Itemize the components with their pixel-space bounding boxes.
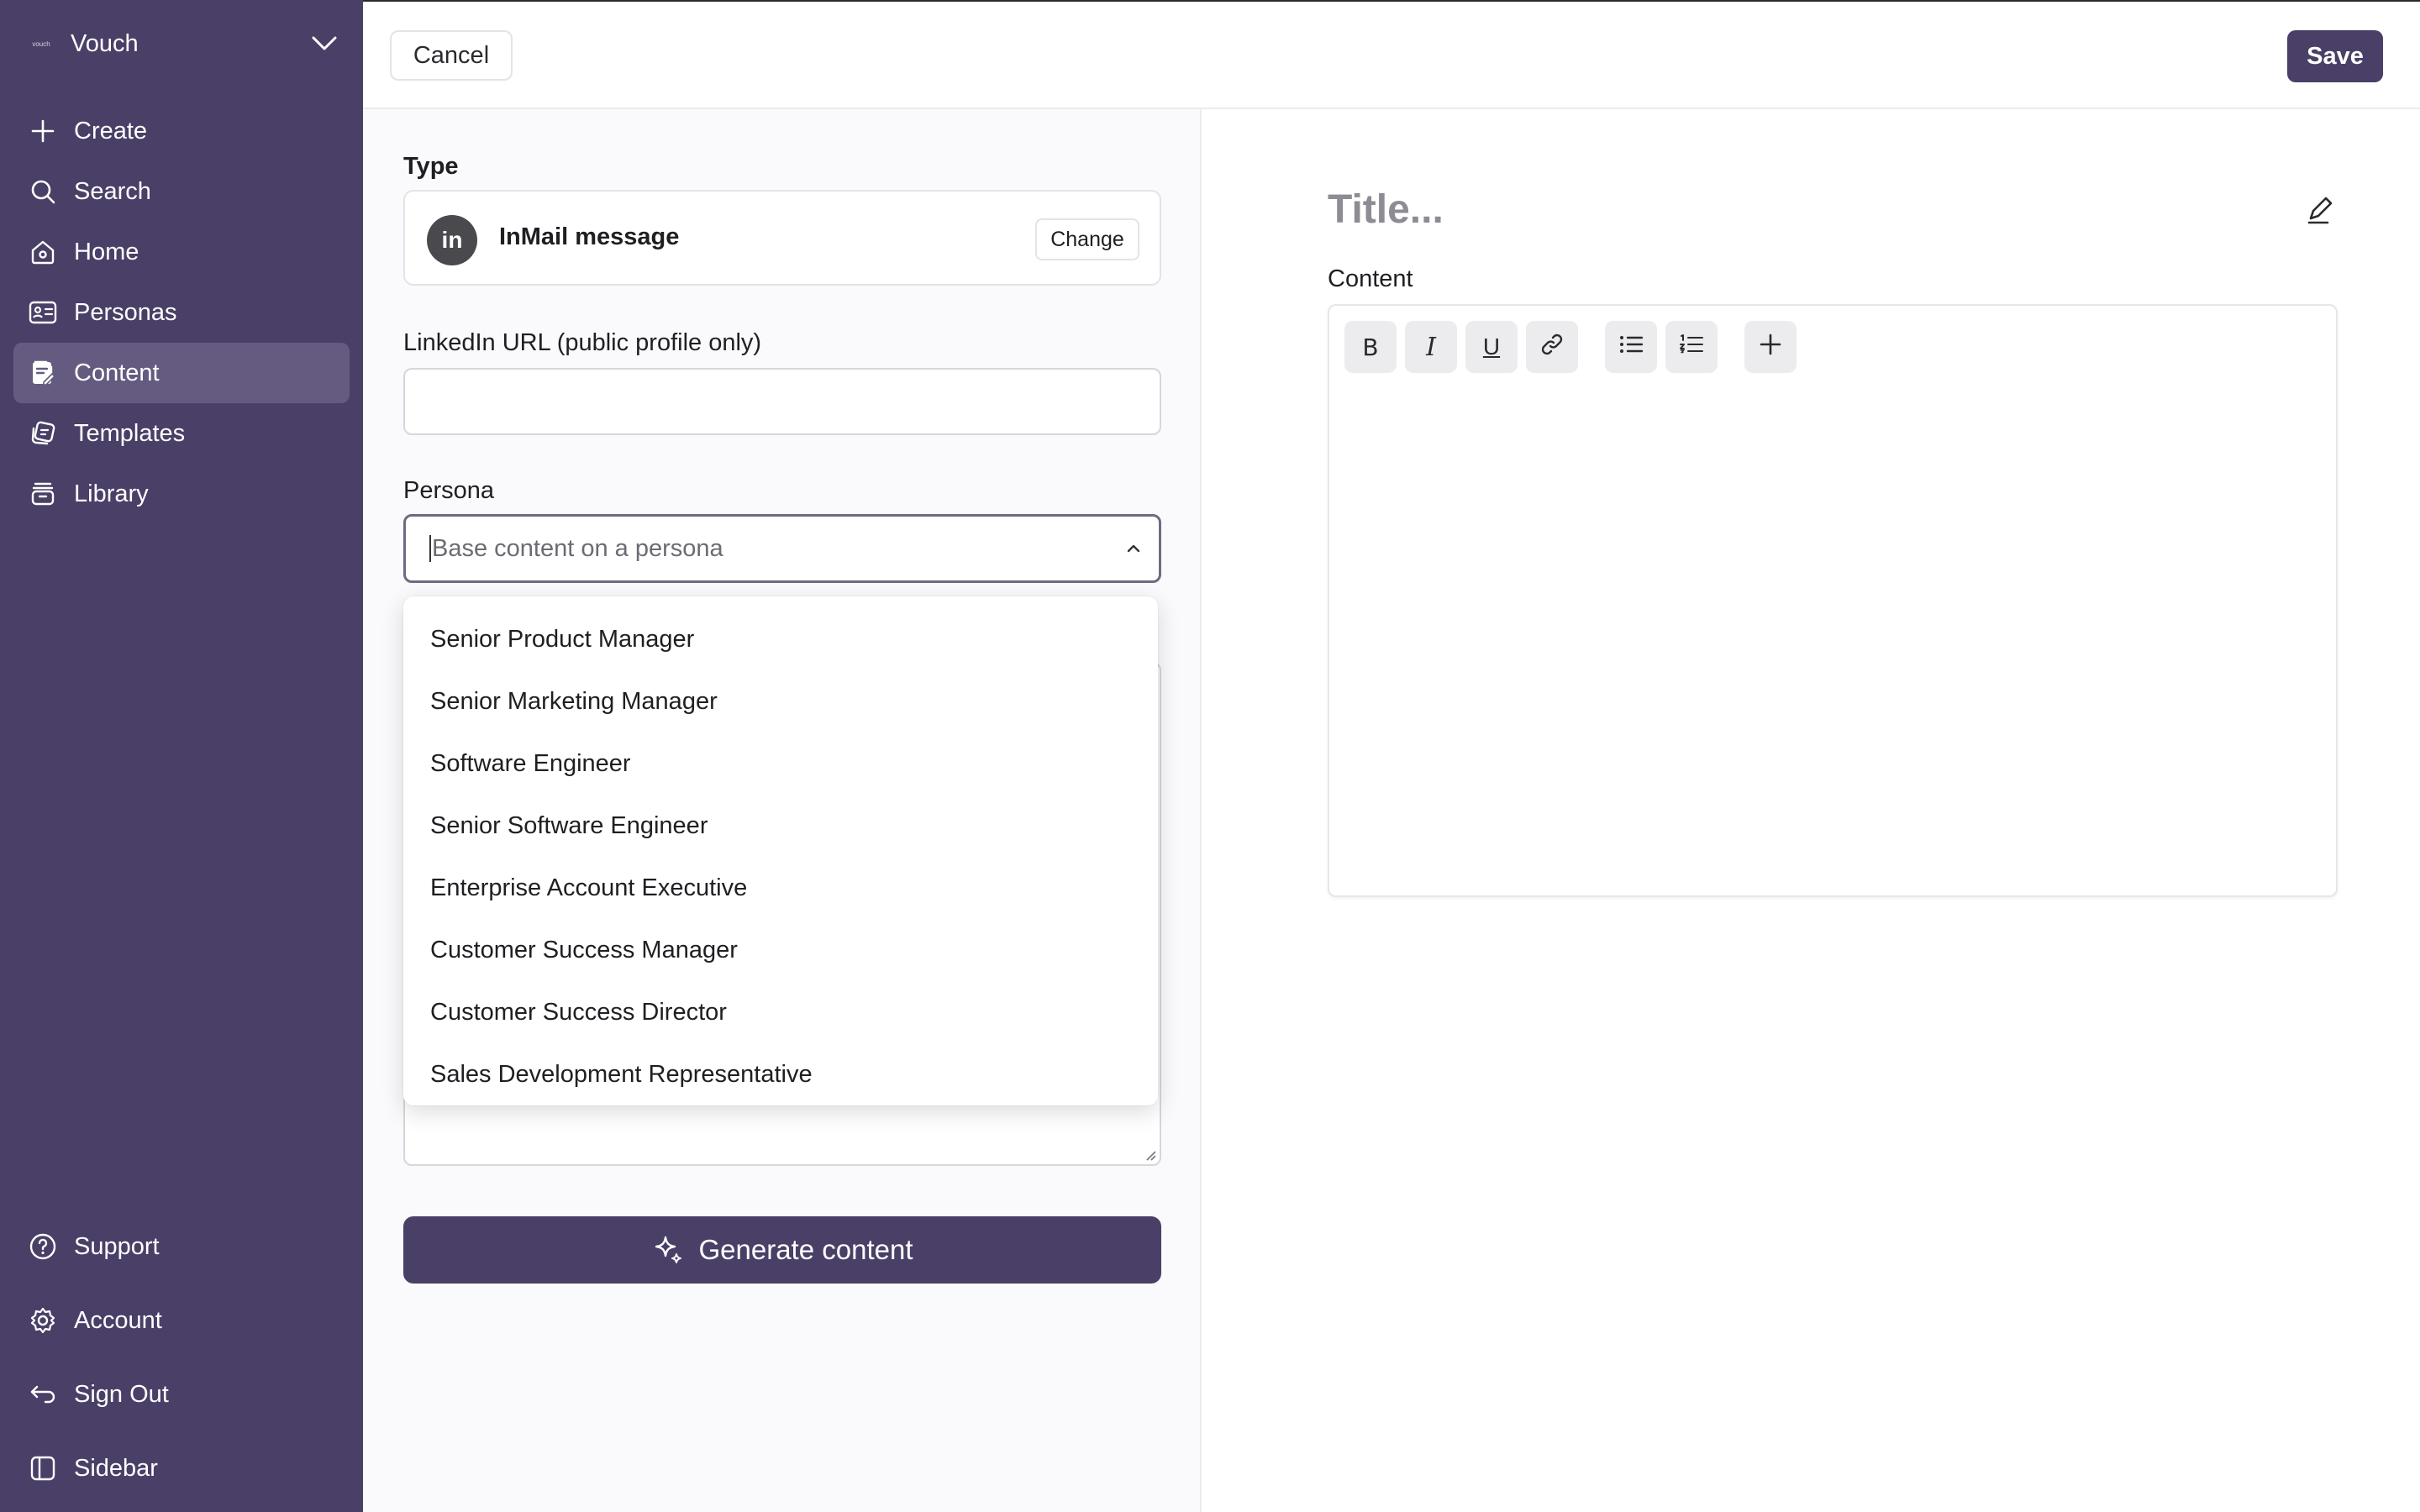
home-icon [27, 236, 59, 268]
underline-icon: U [1482, 333, 1501, 360]
text-cursor [429, 535, 431, 562]
sidebar-item-label: Templates [74, 419, 186, 447]
linkedin-url-input[interactable] [403, 368, 1161, 435]
numbered-list-icon [1679, 333, 1704, 361]
sidebar-item-home[interactable]: Home [13, 222, 350, 282]
italic-icon: I [1426, 332, 1436, 362]
sidebar-item-label: Personas [74, 298, 177, 326]
sidebar-item-sidebar[interactable]: Sidebar [13, 1431, 350, 1505]
sidebar-toggle-icon [27, 1452, 59, 1484]
sidebar-item-templates[interactable]: Templates [13, 403, 350, 464]
numbered-list-button[interactable] [1665, 321, 1718, 373]
bold-button[interactable]: B [1344, 321, 1397, 373]
sidebar-item-label: Sidebar [74, 1454, 158, 1482]
id-card-icon [27, 297, 59, 328]
type-card: in InMail message Change [403, 190, 1161, 286]
sign-out-icon [27, 1378, 59, 1410]
plus-icon [1759, 333, 1782, 362]
plus-icon [27, 115, 59, 147]
bullet-list-button[interactable] [1605, 321, 1657, 373]
library-icon [27, 478, 59, 510]
persona-option[interactable]: Senior Software Engineer [403, 795, 1158, 857]
persona-option[interactable]: Customer Success Director [403, 981, 1158, 1043]
sidebar-item-label: Library [74, 480, 149, 507]
brand-logo: vouch [32, 39, 50, 48]
editor-toolbar: B I U [1344, 321, 1805, 373]
persona-option[interactable]: Enterprise Account Executive [403, 857, 1158, 919]
sparkle-icon [651, 1233, 685, 1267]
bold-icon: B [1362, 333, 1379, 361]
help-circle-icon [27, 1231, 59, 1263]
top-bar: Cancel Save [363, 0, 2420, 109]
save-button[interactable]: Save [2287, 30, 2383, 82]
underline-button[interactable]: U [1465, 321, 1518, 373]
gear-icon [27, 1305, 59, 1336]
persona-option[interactable]: Senior Marketing Manager [403, 670, 1158, 732]
sidebar-item-content[interactable]: Content [13, 343, 350, 403]
search-icon [27, 176, 59, 207]
sidebar-item-label: Sign Out [74, 1380, 169, 1408]
sidebar-item-label: Support [74, 1232, 160, 1260]
link-button[interactable] [1526, 321, 1578, 373]
chevron-up-icon[interactable] [1108, 544, 1159, 553]
cancel-button[interactable]: Cancel [390, 30, 513, 81]
workspace-switcher[interactable]: vouch Vouch [29, 24, 339, 64]
sidebar-item-create[interactable]: Create [13, 101, 350, 161]
document-edit-icon [27, 357, 59, 389]
persona-label: Persona [403, 477, 495, 504]
pencil-icon[interactable] [2302, 192, 2339, 228]
persona-dropdown: Senior Product Manager Senior Marketing … [403, 596, 1158, 1105]
sidebar-item-label: Content [74, 359, 160, 386]
persona-option[interactable]: Senior Product Manager [403, 608, 1158, 670]
generate-content-button[interactable]: Generate content [403, 1216, 1161, 1284]
rich-text-editor[interactable]: B I U [1328, 304, 2338, 897]
chevron-down-icon[interactable] [309, 29, 339, 59]
persona-option[interactable]: Customer Success Manager [403, 919, 1158, 981]
resize-handle-icon[interactable] [1143, 1147, 1156, 1161]
sidebar-footer-nav: Support Account Sign Out Sidebar [13, 1210, 350, 1505]
persona-option[interactable]: Sales Development Representative [403, 1043, 1158, 1105]
linkedin-icon: in [427, 215, 477, 265]
templates-icon [27, 417, 59, 449]
sidebar-item-account[interactable]: Account [13, 1284, 350, 1357]
sidebar-item-sign-out[interactable]: Sign Out [13, 1357, 350, 1431]
italic-button[interactable]: I [1405, 321, 1457, 373]
generate-content-label: Generate content [698, 1234, 913, 1265]
brand-name: Vouch [71, 29, 139, 57]
sidebar-item-support[interactable]: Support [13, 1210, 350, 1284]
type-label: Type [403, 153, 459, 180]
linkedin-url-label: LinkedIn URL (public profile only) [403, 329, 762, 356]
sidebar-item-label: Search [74, 177, 151, 205]
insert-button[interactable] [1744, 321, 1797, 373]
editor-panel: Title... Content B I U [1203, 109, 2420, 1512]
persona-select[interactable]: Base content on a persona [403, 514, 1161, 583]
change-type-button[interactable]: Change [1035, 218, 1139, 260]
sidebar-item-personas[interactable]: Personas [13, 282, 350, 343]
sidebar-item-library[interactable]: Library [13, 464, 350, 524]
title-input[interactable]: Title... [1328, 186, 1444, 233]
bullet-list-icon [1618, 333, 1644, 361]
sidebar-item-label: Home [74, 238, 139, 265]
persona-option[interactable]: Software Engineer [403, 732, 1158, 795]
sidebar-item-label: Create [74, 117, 148, 144]
persona-placeholder: Base content on a persona [432, 534, 723, 562]
sidebar: vouch Vouch Create Search Home Personas … [0, 0, 363, 1512]
sidebar-item-search[interactable]: Search [13, 161, 350, 222]
link-icon [1539, 332, 1565, 363]
content-label: Content [1328, 265, 1413, 292]
sidebar-nav: Create Search Home Personas Content Temp… [13, 101, 350, 524]
sidebar-item-label: Account [74, 1306, 162, 1334]
type-value: InMail message [499, 223, 680, 250]
